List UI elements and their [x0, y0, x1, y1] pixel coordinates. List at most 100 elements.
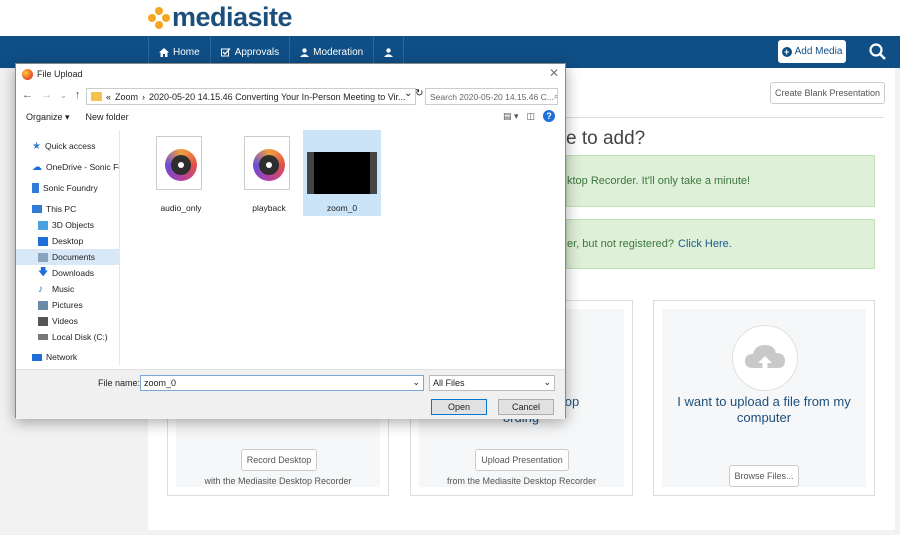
file-name: zoom_0: [326, 203, 358, 213]
audio-file-icon: [156, 136, 202, 190]
browse-files-button[interactable]: Browse Files...: [729, 465, 799, 487]
address-row: ← → ⌄ ↑ « Zoom › 2020-05-20 14.15.46 Con…: [16, 86, 565, 108]
nav-item-label: OneDrive - Sonic Fou: [46, 162, 120, 172]
organize-menu[interactable]: Organize ▾: [26, 112, 70, 123]
videos-icon: [38, 316, 48, 326]
desktop-folder-icon: [38, 236, 48, 246]
music-icon: ♪: [38, 283, 43, 295]
nav-item-label: Pictures: [52, 300, 83, 310]
nav-item-label: Local Disk (C:): [52, 332, 108, 342]
open-button[interactable]: Open: [431, 399, 487, 415]
back-arrow-icon[interactable]: ←: [22, 89, 33, 101]
download-icon: 🡇: [38, 266, 49, 278]
file-playback[interactable]: playback: [230, 130, 308, 216]
logo-dots-icon: [148, 6, 170, 29]
nav-item-label: Downloads: [52, 268, 95, 278]
help-icon[interactable]: ?: [543, 110, 555, 122]
nav-item-label: 3D Objects: [52, 220, 95, 230]
upload-presentation-subtitle: from the Mediasite Desktop Recorder: [446, 476, 597, 486]
recent-chevron-icon[interactable]: ⌄: [60, 91, 67, 101]
file-list: audio_only playback zoom_0: [128, 130, 558, 365]
user-icon: [300, 47, 310, 57]
address-bar[interactable]: « Zoom › 2020-05-20 14.15.46 Converting …: [86, 88, 416, 105]
profile-icon: [384, 47, 394, 57]
navigation-pane: ★ Quick access ☁ OneDrive - Sonic Fou So…: [16, 130, 120, 365]
divider: [566, 117, 884, 118]
nav-documents[interactable]: Documents: [16, 249, 119, 265]
audio-file-icon: [244, 136, 290, 190]
upload-presentation-button[interactable]: Upload Presentation: [475, 449, 569, 471]
refresh-icon[interactable]: ⌄ ↻: [404, 88, 424, 99]
file-audio-only[interactable]: audio_only: [142, 130, 220, 216]
nav-item-label: Quick access: [44, 141, 96, 151]
path-root[interactable]: Zoom: [115, 92, 138, 102]
record-desktop-subtitle: with the Mediasite Desktop Recorder: [204, 476, 352, 486]
upload-file-card: I want to upload a file from my computer…: [653, 300, 875, 496]
registration-alert: er, but not registered? Click Here.: [566, 219, 875, 269]
nav-quick-access[interactable]: ★ Quick access: [16, 138, 119, 154]
add-media-button[interactable]: + Add Media: [778, 40, 846, 63]
dialog-footer: File name: zoom_0 ⌄ All Files ⌄ Open Can…: [16, 369, 565, 419]
preview-pane-icon[interactable]: ◫: [526, 111, 535, 122]
video-file-icon: [307, 152, 377, 194]
nav-item-label: Sonic Foundry: [43, 183, 98, 193]
registration-alert-text: er, but not registered?: [567, 238, 675, 250]
dialog-title: File Upload: [37, 69, 83, 79]
create-blank-presentation-button[interactable]: Create Blank Presentation: [770, 82, 885, 104]
folder-icon: [91, 92, 102, 101]
nav-pictures[interactable]: Pictures: [16, 297, 119, 313]
nav-item-label: Network: [46, 352, 78, 362]
forward-arrow-icon[interactable]: →: [41, 89, 52, 101]
nav-network[interactable]: Network: [16, 349, 119, 365]
record-desktop-button[interactable]: Record Desktop: [241, 449, 317, 471]
recorder-alert: ktop Recorder. It'll only take a minute!: [566, 155, 875, 207]
nav-music[interactable]: ♪ Music: [16, 281, 119, 297]
nav-local-disk[interactable]: Local Disk (C:): [16, 329, 119, 345]
close-icon[interactable]: ✕: [549, 66, 559, 80]
nav-videos[interactable]: Videos: [16, 313, 119, 329]
nav-desktop[interactable]: Desktop: [16, 233, 119, 249]
logo-text: mediasite: [172, 2, 293, 32]
file-type-select[interactable]: All Files ⌄: [429, 375, 555, 391]
file-type-value: All Files: [433, 378, 465, 388]
approvals-icon: [220, 47, 231, 56]
nav-3d-objects[interactable]: 3D Objects: [16, 217, 119, 233]
file-name-input[interactable]: zoom_0 ⌄: [140, 375, 424, 391]
mediasite-logo[interactable]: mediasite: [148, 2, 293, 33]
path-separator: ›: [142, 91, 146, 102]
plus-icon: +: [781, 46, 792, 57]
folder-search-input[interactable]: Search 2020-05-20 14.15.46 C... ⌕: [425, 88, 558, 105]
nav-item-label: Desktop: [52, 236, 84, 246]
nav-sonic-foundry[interactable]: Sonic Foundry: [16, 180, 119, 196]
add-media-label: Add Media: [794, 46, 843, 57]
cloud-upload-icon: [732, 325, 798, 391]
pictures-icon: [38, 300, 48, 310]
dialog-toolbar: Organize ▾ New folder ▤ ▾ ◫ ?: [16, 108, 565, 126]
upload-file-title-line2: computer: [736, 410, 792, 425]
search-icon[interactable]: [866, 40, 890, 64]
nav-moderation-label: Moderation: [313, 46, 364, 58]
nav-onedrive[interactable]: ☁ OneDrive - Sonic Fou: [16, 159, 120, 175]
cloud-icon: ☁: [32, 161, 42, 173]
new-folder-button[interactable]: New folder: [86, 112, 129, 122]
up-arrow-icon[interactable]: ↑: [75, 89, 81, 101]
path-folder[interactable]: 2020-05-20 14.15.46 Converting Your In-P…: [149, 92, 406, 102]
nav-downloads[interactable]: 🡇 Downloads: [16, 265, 119, 281]
star-icon: ★: [32, 140, 41, 152]
nav-item-label: This PC: [46, 204, 77, 214]
chevron-down-icon[interactable]: ⌄: [412, 377, 420, 388]
nav-item-label: Videos: [52, 316, 78, 326]
dialog-titlebar[interactable]: File Upload: [16, 64, 565, 84]
view-options-icon[interactable]: ▤ ▾: [503, 111, 519, 122]
file-name: audio_only: [160, 203, 202, 213]
recorder-alert-text: ktop Recorder. It'll only take a minute!: [567, 175, 751, 187]
app-header: mediasite: [0, 0, 900, 36]
file-name: playback: [252, 203, 286, 213]
cancel-button[interactable]: Cancel: [498, 399, 554, 415]
nav-home-label: Home: [173, 46, 200, 58]
chevron-down-icon[interactable]: ⌄: [543, 377, 551, 388]
file-zoom-0[interactable]: zoom_0: [303, 130, 381, 216]
click-here-link[interactable]: Click Here.: [678, 238, 732, 250]
path-prefix: «: [106, 91, 112, 102]
nav-this-pc[interactable]: This PC: [16, 201, 119, 217]
